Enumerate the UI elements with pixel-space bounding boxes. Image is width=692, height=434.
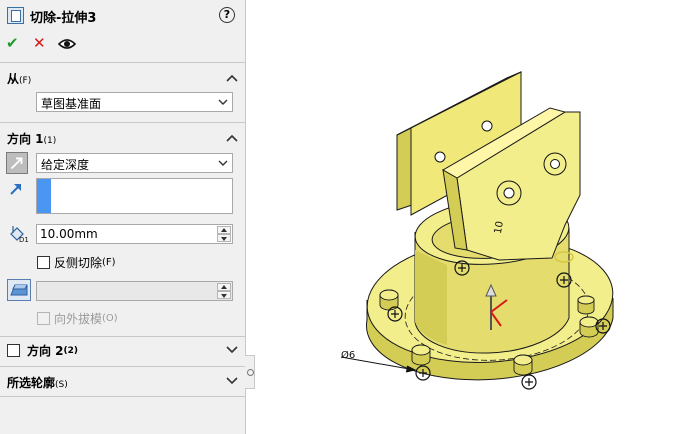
chevron-down-icon bbox=[218, 160, 228, 166]
svg-text:D1: D1 bbox=[19, 236, 29, 243]
reverse-direction-button[interactable] bbox=[6, 152, 28, 174]
eye-icon[interactable] bbox=[58, 38, 76, 50]
selection-focus-bar bbox=[37, 179, 51, 213]
depth-stepper[interactable] bbox=[217, 226, 231, 242]
draft-angle-input bbox=[36, 281, 233, 301]
from-section-title[interactable]: 从(F) bbox=[7, 70, 31, 87]
depth-icon: D1 bbox=[10, 226, 29, 243]
cancel-icon[interactable]: ✕ bbox=[33, 35, 46, 51]
depth-dimension-label[interactable]: 10 bbox=[493, 220, 506, 234]
feature-title: 切除-拉伸3 bbox=[30, 11, 97, 26]
help-icon[interactable]: ? bbox=[219, 7, 235, 23]
chevron-up-icon[interactable] bbox=[226, 134, 238, 142]
draft-icon[interactable] bbox=[7, 279, 31, 301]
divider bbox=[0, 366, 246, 367]
direction-arrow-icon bbox=[10, 184, 21, 195]
divider bbox=[0, 396, 246, 397]
cut-extrude-feature-icon bbox=[7, 7, 24, 24]
draft-outward-checkbox: 向外拔模 (O) bbox=[37, 310, 118, 327]
direction-reference-selection-box[interactable] bbox=[36, 178, 233, 214]
divider bbox=[0, 62, 246, 63]
property-manager: 切除-拉伸3 ? ✔ ✕ 从(F) 草图基准面 方向 1(1) 给定深度 D1 … bbox=[0, 0, 246, 434]
chevron-down-icon[interactable] bbox=[226, 346, 238, 354]
draft-angle-stepper bbox=[217, 283, 231, 299]
direction2-checkbox[interactable]: 方向 2 (2) bbox=[7, 342, 78, 359]
from-start-condition-select[interactable]: 草图基准面 bbox=[36, 92, 233, 112]
chevron-down-icon bbox=[218, 99, 228, 105]
diameter-dimension-label[interactable]: Ø6 bbox=[341, 350, 355, 361]
ok-icon[interactable]: ✔ bbox=[6, 35, 19, 51]
feature-header: 切除-拉伸3 ? bbox=[0, 0, 246, 32]
reverse-direction-icon bbox=[10, 157, 23, 170]
part-model[interactable] bbox=[247, 0, 692, 434]
flip-side-checkbox[interactable]: 反侧切除 (F) bbox=[37, 254, 116, 271]
chevron-up-icon[interactable] bbox=[226, 74, 238, 82]
chevron-down-icon[interactable] bbox=[226, 377, 238, 385]
direction1-section-title[interactable]: 方向 1(1) bbox=[7, 130, 56, 147]
action-bar: ✔ ✕ bbox=[0, 32, 246, 56]
divider bbox=[0, 336, 246, 337]
end-condition-select[interactable]: 给定深度 bbox=[36, 153, 233, 173]
depth-input[interactable]: 10.00mm bbox=[36, 224, 233, 244]
divider bbox=[0, 122, 246, 123]
selected-contours-section-title[interactable]: 所选轮廓(S) bbox=[7, 374, 68, 391]
graphics-viewport[interactable]: Ø6 10 bbox=[247, 0, 692, 434]
